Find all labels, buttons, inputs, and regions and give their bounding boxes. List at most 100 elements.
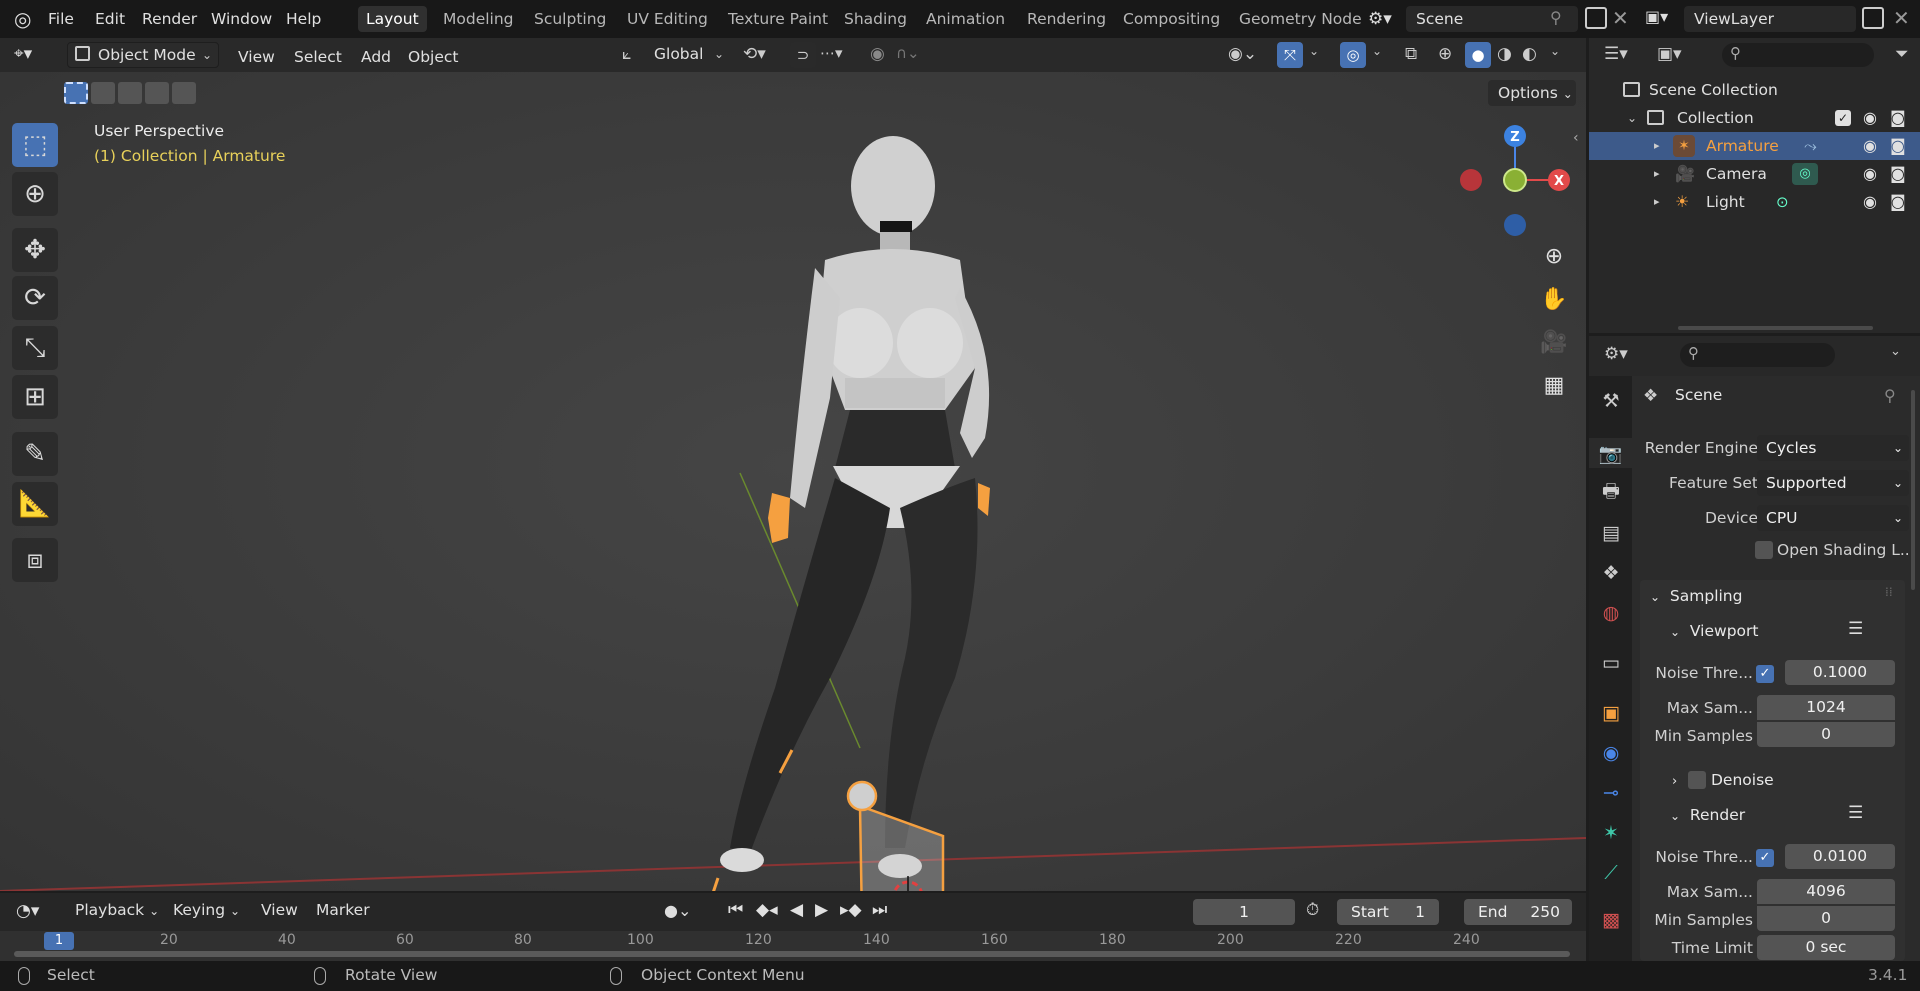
tab-animation[interactable]: Animation: [918, 6, 1013, 32]
display-mode-icon[interactable]: ▣▾: [1657, 44, 1682, 64]
pivot-point-icon[interactable]: ⟲▾: [743, 44, 766, 64]
measure-tool-icon[interactable]: 📐: [12, 482, 58, 526]
solid-shading-icon[interactable]: ●: [1465, 42, 1491, 68]
outliner-search-input[interactable]: ⚲: [1722, 43, 1874, 67]
menu-edit[interactable]: Edit: [95, 8, 125, 30]
pin-icon[interactable]: ⚲: [1884, 386, 1896, 405]
tab-shading[interactable]: Shading: [836, 6, 915, 32]
new-view-layer-icon[interactable]: [1862, 7, 1884, 29]
keying-menu[interactable]: Keying ⌄: [173, 901, 240, 919]
blender-logo-icon[interactable]: ◎: [14, 8, 36, 30]
scale-tool-icon[interactable]: ⤡: [12, 326, 58, 370]
drag-handle-icon[interactable]: ⁞⁞: [1885, 585, 1893, 599]
falloff-icon[interactable]: ∩⌄: [896, 44, 920, 62]
next-keyframe-icon[interactable]: ▸◆: [840, 900, 862, 920]
outliner-editor-icon[interactable]: ☰▾: [1604, 44, 1628, 64]
pin-scene-icon[interactable]: ⚲: [1550, 8, 1562, 27]
filter-icon[interactable]: ⏷: [1895, 44, 1909, 64]
eye-icon[interactable]: ◉: [1863, 188, 1877, 216]
zoom-icon[interactable]: ⊕: [1537, 239, 1571, 273]
menu-object[interactable]: Object: [408, 45, 458, 69]
timeline-scrollbar[interactable]: [14, 951, 1570, 957]
start-frame-field[interactable]: Start 1: [1337, 899, 1439, 925]
tab-layout[interactable]: Layout: [358, 6, 427, 32]
menu-view[interactable]: View: [238, 45, 275, 69]
menu-window[interactable]: Window: [211, 8, 272, 30]
eye-icon[interactable]: ◉: [1863, 160, 1877, 188]
play-reverse-icon[interactable]: ◀: [790, 900, 803, 920]
annotate-tool-icon[interactable]: ✎: [12, 432, 58, 476]
xray-toggle-icon[interactable]: ⧉: [1405, 44, 1417, 64]
outliner-collection[interactable]: ⌄ Collection ✓ ◉ ◙: [1589, 104, 1920, 132]
world-tab-icon[interactable]: ◍: [1596, 598, 1626, 628]
light-data-icon[interactable]: ⊙: [1776, 188, 1789, 216]
select-intersect-icon[interactable]: [172, 82, 196, 104]
record-icon[interactable]: ●⌄: [664, 901, 691, 920]
tab-sculpting[interactable]: Sculpting: [526, 6, 614, 32]
timeline-editor-icon[interactable]: ◔▾: [16, 901, 39, 921]
tab-compositing[interactable]: Compositing: [1115, 6, 1228, 32]
render-tab-icon[interactable]: 📷: [1589, 438, 1632, 468]
tool-tab-icon[interactable]: ⚒: [1596, 386, 1626, 416]
snap-target-icon[interactable]: ⋯▾: [820, 44, 843, 62]
delete-view-layer-icon[interactable]: ✕: [1893, 6, 1910, 30]
material-shading-icon[interactable]: ◑: [1497, 44, 1512, 64]
stopwatch-icon[interactable]: ⏱: [1306, 900, 1319, 920]
current-frame-field[interactable]: 1: [1193, 899, 1295, 925]
properties-editor-icon[interactable]: ⚙▾: [1604, 344, 1628, 364]
tab-texture-paint[interactable]: Texture Paint: [720, 6, 836, 32]
transform-tool-icon[interactable]: ⊞: [12, 375, 58, 419]
viewport-subpanel-header[interactable]: ⌄ Viewport: [1670, 618, 1758, 644]
transform-orientation-dropdown[interactable]: ⟀ Global ⌄: [618, 42, 728, 68]
scene-tab-icon[interactable]: ❖: [1596, 558, 1626, 588]
vp-min-samples-field[interactable]: 0: [1757, 722, 1895, 747]
overlay-toggle-icon[interactable]: ◎: [1340, 42, 1366, 68]
view-layer-field[interactable]: ViewLayer: [1684, 6, 1856, 32]
bone-tab-icon[interactable]: ⟋: [1596, 858, 1626, 888]
ortho-grid-icon[interactable]: ▦: [1537, 368, 1571, 402]
tab-rendering[interactable]: Rendering: [1019, 6, 1114, 32]
outliner-item-light[interactable]: ▸ ☀ Light ⊙ ◉ ◙: [1589, 188, 1920, 216]
playback-menu[interactable]: Playback ⌄: [75, 901, 159, 919]
options-button[interactable]: Options ⌄: [1488, 80, 1576, 106]
render-engine-dropdown[interactable]: Cycles ⌄: [1757, 435, 1909, 461]
add-cube-tool-icon[interactable]: ⧈: [12, 538, 58, 582]
rendered-shading-icon[interactable]: ◐: [1522, 44, 1537, 64]
camera-view-icon[interactable]: 🎥: [1537, 325, 1571, 359]
device-dropdown[interactable]: CPU ⌄: [1757, 505, 1909, 531]
vp-noise-field[interactable]: 0.1000: [1785, 660, 1895, 685]
eye-icon[interactable]: ◉: [1863, 104, 1877, 132]
r-noise-checkbox[interactable]: ✓: [1756, 849, 1774, 867]
camera-data-icon[interactable]: ◎: [1792, 163, 1818, 185]
expand-chevron-icon[interactable]: ▸: [1654, 188, 1660, 216]
overlay-dropdown-icon[interactable]: ⌄: [1372, 44, 1382, 58]
props-options-icon[interactable]: ⌄: [1890, 344, 1901, 359]
expand-chevron-icon[interactable]: ▸: [1654, 132, 1660, 160]
timeline-view-menu[interactable]: View: [261, 901, 298, 919]
rotate-tool-icon[interactable]: ⟳: [12, 276, 58, 320]
tab-modeling[interactable]: Modeling: [435, 6, 522, 32]
prev-keyframe-icon[interactable]: ◆◂: [756, 900, 778, 920]
outliner-scrollbar[interactable]: [1678, 326, 1873, 330]
vp-noise-checkbox[interactable]: ✓: [1756, 665, 1774, 683]
select-invert-icon[interactable]: [145, 82, 169, 104]
time-limit-field[interactable]: 0 sec: [1757, 935, 1895, 960]
object-tab-icon[interactable]: ▣: [1596, 698, 1626, 728]
shading-dropdown-icon[interactable]: ⌄: [1550, 44, 1560, 58]
armature-data-icon[interactable]: ⤳: [1804, 132, 1817, 160]
marker-menu[interactable]: Marker: [316, 901, 370, 919]
expand-chevron-icon[interactable]: ▸: [1654, 160, 1660, 188]
physics-tab-icon[interactable]: ◉: [1596, 738, 1626, 768]
outliner-scene-collection[interactable]: Scene Collection: [1589, 76, 1920, 104]
presets-list-icon[interactable]: ☰: [1848, 803, 1863, 823]
move-tool-icon[interactable]: ✥: [12, 228, 58, 272]
pan-hand-icon[interactable]: ✋: [1537, 282, 1571, 316]
r-min-samples-field[interactable]: 0: [1757, 906, 1895, 931]
render-camera-icon[interactable]: ◙: [1890, 160, 1906, 188]
tab-geometry-nodes[interactable]: Geometry Node: [1231, 6, 1370, 32]
menu-help[interactable]: Help: [286, 8, 321, 30]
constraints-tab-icon[interactable]: ⊸: [1596, 778, 1626, 808]
end-frame-field[interactable]: End 250: [1464, 899, 1572, 925]
gizmo-dropdown-icon[interactable]: ⌄: [1309, 44, 1319, 58]
denoise-subpanel-header[interactable]: ›: [1672, 767, 1677, 793]
